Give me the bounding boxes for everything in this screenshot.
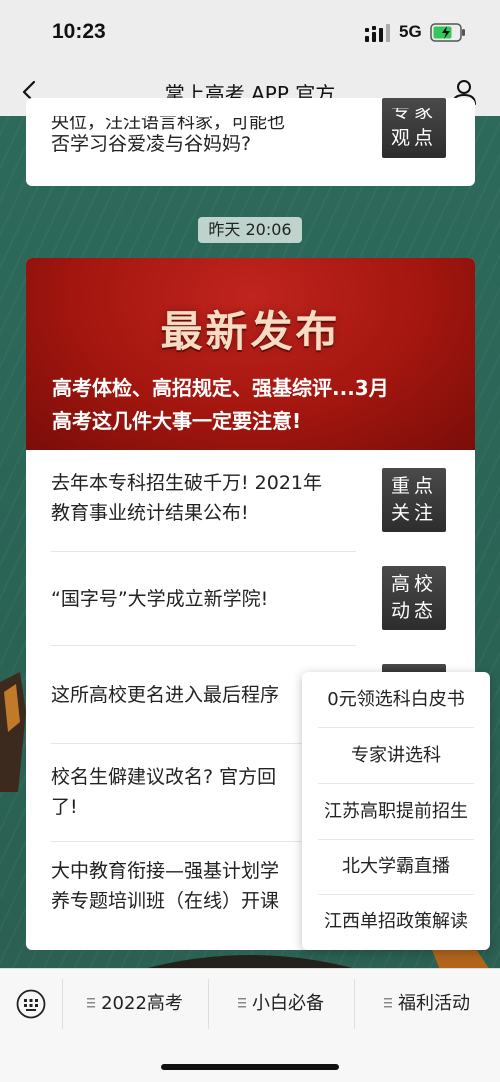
menu-button-label: 小白必备 xyxy=(252,993,324,1014)
article-item-title: 去年本专科招生破千万! 2021年 教育事业统计结果公布! xyxy=(51,468,361,528)
submenu-popup: 0元领选科白皮书 专家讲选科 江苏高职提前招生 北大学霸直播 江西单招政策解读 xyxy=(302,672,490,950)
article-item-title-line2: 养专题培训班（在线）开课 xyxy=(51,890,280,912)
battery-charging-icon xyxy=(430,23,465,42)
menu-lines-icon xyxy=(384,998,392,1008)
menu-button-gaokao[interactable]: 2022高考 xyxy=(62,987,208,1021)
home-indicator[interactable] xyxy=(161,1064,339,1070)
article-item-title: “国字号”大学成立新学院! xyxy=(51,584,361,614)
tag-line1: 高校 xyxy=(390,573,437,595)
keyboard-icon[interactable] xyxy=(16,989,46,1019)
network-type: 5G xyxy=(399,22,422,41)
tag-line2: 观点 xyxy=(390,127,437,149)
menu-button-label: 福利活动 xyxy=(398,993,470,1014)
menu-button-label: 2022高考 xyxy=(101,993,183,1014)
article-item-title-line2: 教育事业统计结果公布! xyxy=(51,502,249,524)
featured-article-banner[interactable]: 最新发布 高考体检、高招规定、强基综评...3月 高考这几件大事一定要注意! xyxy=(26,258,475,450)
article-title: 否学习谷爱凌与谷妈妈? xyxy=(51,133,252,155)
article-list-item[interactable]: 去年本专科招生破千万! 2021年 教育事业统计结果公布! 重点 关注 xyxy=(26,450,475,546)
article-item-title-line1: 去年本专科招生破千万! 2021年 xyxy=(51,472,323,494)
menu-button-beginner[interactable]: 小白必备 xyxy=(208,987,354,1021)
status-time: 10:23 xyxy=(52,20,106,43)
article-item-tag: 高校 动态 xyxy=(382,566,446,630)
article-tag: 专家 观点 xyxy=(382,98,446,158)
submenu-item[interactable]: 0元领选科白皮书 xyxy=(302,672,490,727)
article-list-item[interactable]: “国字号”大学成立新学院! 高校 动态 xyxy=(26,552,475,646)
banner-subtitle: 高考体检、高招规定、强基综评...3月 高考这几件大事一定要注意! xyxy=(52,372,452,438)
article-item-title-line1: 大中教育衔接—强基计划学 xyxy=(51,860,280,882)
submenu-item[interactable]: 专家讲选科 xyxy=(302,728,490,783)
article-item-title-line1: “国字号”大学成立新学院! xyxy=(51,588,269,610)
article-item-title-line1: 这所高校更名进入最后程序 xyxy=(51,684,280,706)
submenu-item[interactable]: 江苏高职提前招生 xyxy=(302,784,490,839)
submenu-item[interactable]: 江西单招政策解读 xyxy=(302,894,490,949)
banner-title: 最新发布 xyxy=(160,307,341,356)
article-item-title: 校名生僻建议改名? 官方回 了! xyxy=(51,762,331,822)
menu-lines-icon xyxy=(87,998,96,1008)
banner-subtitle-line2: 高考这几件大事一定要注意! xyxy=(52,409,302,433)
previous-article-card[interactable]: 央位，汪汪语言科家，可能也 否学习谷爱凌与谷妈妈? 专家 观点 xyxy=(26,98,475,186)
message-timestamp: 昨天 20:06 xyxy=(198,217,302,243)
banner-subtitle-line1: 高考体检、高招规定、强基综评...3月 xyxy=(52,376,389,400)
article-item-tag: 重点 关注 xyxy=(382,468,446,532)
article-item-title-line1: 校名生僻建议改名? 官方回 xyxy=(51,766,277,788)
tag-line1: 重点 xyxy=(390,475,437,497)
tag-line2: 关注 xyxy=(390,502,437,524)
tag-line1: 专家 xyxy=(390,100,437,122)
article-item-title: 大中教育衔接—强基计划学 养专题培训班（在线）开课 xyxy=(51,856,331,916)
article-item-title: 这所高校更名进入最后程序 xyxy=(51,680,341,710)
menu-lines-icon xyxy=(238,998,246,1008)
menu-button-welfare[interactable]: 福利活动 xyxy=(354,987,500,1021)
signal-icon xyxy=(365,24,390,42)
tag-line2: 动态 xyxy=(390,600,437,622)
article-item-title-line2: 了! xyxy=(51,796,78,818)
submenu-item[interactable]: 北大学霸直播 xyxy=(302,839,490,894)
status-bar: 10:23 5G xyxy=(0,0,500,68)
illustration-left-decoration xyxy=(0,672,26,792)
